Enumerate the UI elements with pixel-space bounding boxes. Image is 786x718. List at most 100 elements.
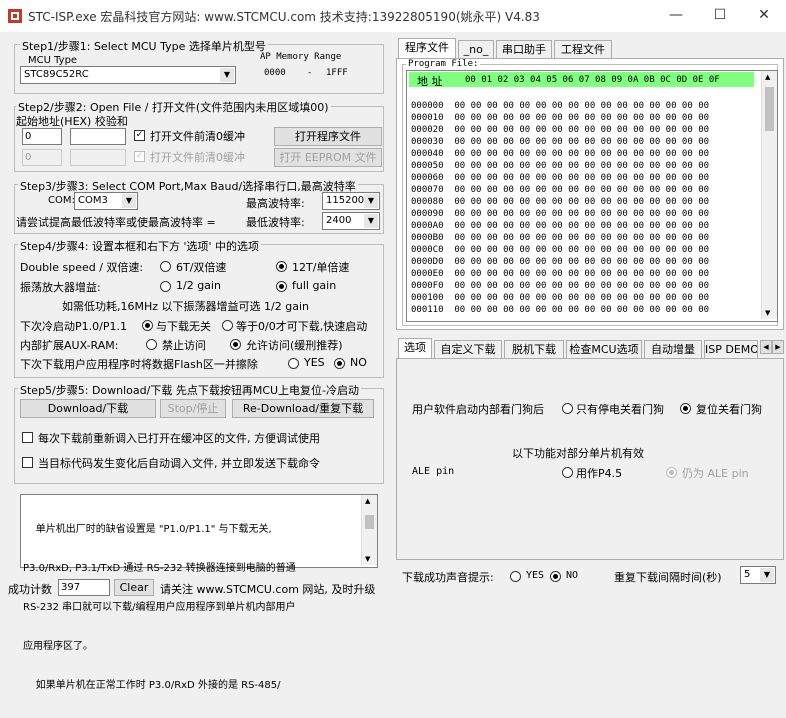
hex-row-address: 0000C0	[411, 245, 444, 255]
tab-scroll-left-icon[interactable]: ◀	[760, 340, 772, 354]
radio-allow[interactable]	[230, 339, 241, 350]
clear-count-button[interactable]: Clear	[114, 579, 154, 596]
radio-sound-no[interactable]	[550, 571, 561, 582]
radio-equal-zero[interactable]	[222, 320, 233, 331]
mcu-type-select[interactable]: STC89C52RC ▼	[20, 66, 236, 84]
tab-scroll-right-icon[interactable]: ▶	[772, 340, 784, 354]
radio-power-off-only[interactable]	[562, 403, 573, 414]
com-port-select[interactable]: COM3 ▼	[74, 192, 138, 210]
column-headers: 00 01 02 03 04 05 06 07 08 09 0A 0B 0C 0…	[465, 75, 720, 85]
auto-send-checkbox[interactable]	[22, 457, 33, 468]
hex-row: 0000B0 00 00 00 00 00 00 00 00 00 00 00 …	[411, 232, 751, 244]
info-line: 应用程序区了。	[23, 641, 93, 652]
open-program-file-button[interactable]: 打开程序文件	[274, 127, 382, 146]
info-line: 如果单片机在正常工作时 P3.0/RxD 外接的是 RS-485/	[23, 680, 281, 691]
radio-sound-no-label: NO	[566, 570, 579, 581]
interval-label: 重复下载间隔时间(秒)	[614, 571, 722, 584]
info-line: 单片机出厂时的缺省设置是 "P1.0/P1.1" 与下载无关,	[23, 524, 272, 535]
radio-half-gain[interactable]	[160, 281, 171, 292]
hex-row: 000070 00 00 00 00 00 00 00 00 00 00 00 …	[411, 184, 751, 196]
radio-equal-zero-label: 等于0/0才可下载,快速启动	[236, 320, 368, 333]
radio-forbid[interactable]	[146, 339, 157, 350]
hex-scrollbar[interactable]: ▲ ▼	[761, 71, 777, 319]
radio-sound-yes[interactable]	[510, 571, 521, 582]
info-scrollbar[interactable]: ▲ ▼	[361, 495, 377, 565]
cold-start-label: 下次冷启动P1.0/P1.1	[20, 320, 127, 333]
tab-no[interactable]: _no_	[458, 40, 494, 59]
hex-row: 000040 00 00 00 00 00 00 00 00 00 00 00 …	[411, 148, 751, 160]
eeprom-address-input[interactable]: 0	[22, 149, 62, 166]
scroll-down-icon: ▼	[765, 309, 771, 317]
ale-pin-label: ALE pin	[412, 466, 455, 477]
eeprom-clear-buffer-checkbox[interactable]: ✓	[134, 151, 145, 162]
radio-p45[interactable]	[562, 467, 573, 478]
eeprom-checksum-input[interactable]	[70, 149, 126, 166]
radio-reset-off[interactable]	[680, 403, 691, 414]
checksum-input[interactable]	[70, 128, 126, 145]
hex-row: 0000F0 00 00 00 00 00 00 00 00 00 00 00 …	[411, 280, 751, 292]
min-baud-select[interactable]: 2400 ▼	[322, 212, 380, 230]
tab-serial-assistant[interactable]: 串口助手	[496, 40, 552, 59]
osc-gain-label: 振荡放大器增益:	[20, 281, 101, 294]
max-baud-select[interactable]: 115200 ▼	[322, 192, 380, 210]
hex-row-bytes: 00 00 00 00 00 00 00 00 00 00 00 00 00 0…	[454, 113, 710, 123]
tab-custom-download[interactable]: 自定义下载	[434, 340, 502, 359]
tab-project-file[interactable]: 工程文件	[554, 40, 612, 59]
window-title: STC-ISP.exe 宏晶科技官方网站: www.STCMCU.com 技术支…	[28, 10, 540, 24]
hex-rows: 000000 00 00 00 00 00 00 00 00 00 00 00 …	[411, 100, 751, 316]
radio-erase-no-label: NO	[350, 356, 367, 369]
hex-row-bytes: 00 00 00 00 00 00 00 00 00 00 00 00 00 0…	[454, 197, 710, 207]
minimize-button[interactable]: —	[654, 0, 698, 32]
radio-no-relation[interactable]	[142, 320, 153, 331]
radio-12t[interactable]	[276, 261, 287, 272]
com-label: COM:	[48, 195, 75, 206]
hex-row: 000030 00 00 00 00 00 00 00 00 00 00 00 …	[411, 136, 751, 148]
hex-row: 000000 00 00 00 00 00 00 00 00 00 00 00 …	[411, 100, 751, 112]
min-baud-value: 2400	[326, 215, 352, 226]
radio-still-ale[interactable]	[666, 467, 677, 478]
radio-full-gain[interactable]	[276, 281, 287, 292]
scroll-thumb[interactable]	[765, 87, 774, 131]
radio-erase-no[interactable]	[334, 358, 345, 369]
radio-6t-label: 6T/双倍速	[176, 261, 227, 274]
hex-row-address: 000070	[411, 185, 444, 195]
mcu-type-value: STC89C52RC	[24, 69, 89, 80]
tab-offline-download[interactable]: 脱机下载	[504, 340, 564, 359]
hex-row-bytes: 00 00 00 00 00 00 00 00 00 00 00 00 00 0…	[454, 269, 710, 279]
tab-isp-demo[interactable]: ISP DEMO	[704, 340, 758, 359]
reload-checkbox[interactable]	[22, 432, 33, 443]
info-line: P3.0/RxD, P3.1/TxD 通过 RS-232 转换器连接到电脑的普通	[23, 563, 296, 574]
hex-row-address: 000040	[411, 149, 444, 159]
info-text-box[interactable]: 单片机出厂时的缺省设置是 "P1.0/P1.1" 与下载无关, P3.0/RxD…	[20, 494, 378, 691]
redownload-button[interactable]: Re-Download/重复下载	[232, 399, 374, 418]
hex-viewer[interactable]: 地 址 00 01 02 03 04 05 06 07 08 09 0A 0B …	[406, 70, 778, 322]
hex-row-address: 0000B0	[411, 233, 444, 243]
hex-row-address: 000090	[411, 209, 444, 219]
radio-erase-yes-label: YES	[304, 356, 325, 369]
hex-row-bytes: 00 00 00 00 00 00 00 00 00 00 00 00 00 0…	[454, 101, 710, 111]
hex-row-bytes: 00 00 00 00 00 00 00 00 00 00 00 00 00 0…	[454, 257, 710, 267]
download-button[interactable]: Download/下载	[20, 399, 156, 418]
hex-row: 000080 00 00 00 00 00 00 00 00 00 00 00 …	[411, 196, 751, 208]
maximize-button[interactable]: ☐	[698, 0, 742, 32]
radio-6t[interactable]	[160, 261, 171, 272]
tab-options[interactable]: 选项	[398, 338, 432, 359]
start-address-input[interactable]: 0	[22, 128, 62, 145]
tab-check-mcu-options[interactable]: 检查MCU选项	[566, 340, 642, 359]
program-file-label: Program File:	[406, 59, 481, 69]
interval-select[interactable]: 5 ▼	[740, 566, 776, 584]
stop-button[interactable]: Stop/停止	[160, 399, 226, 418]
partial-mcu-note: 以下功能对部分单片机有效	[512, 447, 644, 460]
radio-erase-yes[interactable]	[288, 358, 299, 369]
hex-row: 000110 00 00 00 00 00 00 00 00 00 00 00 …	[411, 304, 751, 316]
close-button[interactable]: ✕	[742, 0, 786, 32]
open-eeprom-file-button[interactable]: 打开 EEPROM 文件	[274, 148, 382, 167]
hex-row-bytes: 00 00 00 00 00 00 00 00 00 00 00 00 00 0…	[454, 185, 710, 195]
ap-dash: -	[307, 68, 313, 78]
scroll-thumb[interactable]	[365, 515, 374, 529]
clear-buffer-checkbox[interactable]: ✓	[134, 130, 145, 141]
radio-sound-yes-label: YES	[526, 570, 545, 581]
tab-auto-increment[interactable]: 自动增量	[644, 340, 702, 359]
tab-program-file[interactable]: 程序文件	[398, 38, 456, 59]
hex-row-bytes: 00 00 00 00 00 00 00 00 00 00 00 00 00 0…	[454, 125, 710, 135]
